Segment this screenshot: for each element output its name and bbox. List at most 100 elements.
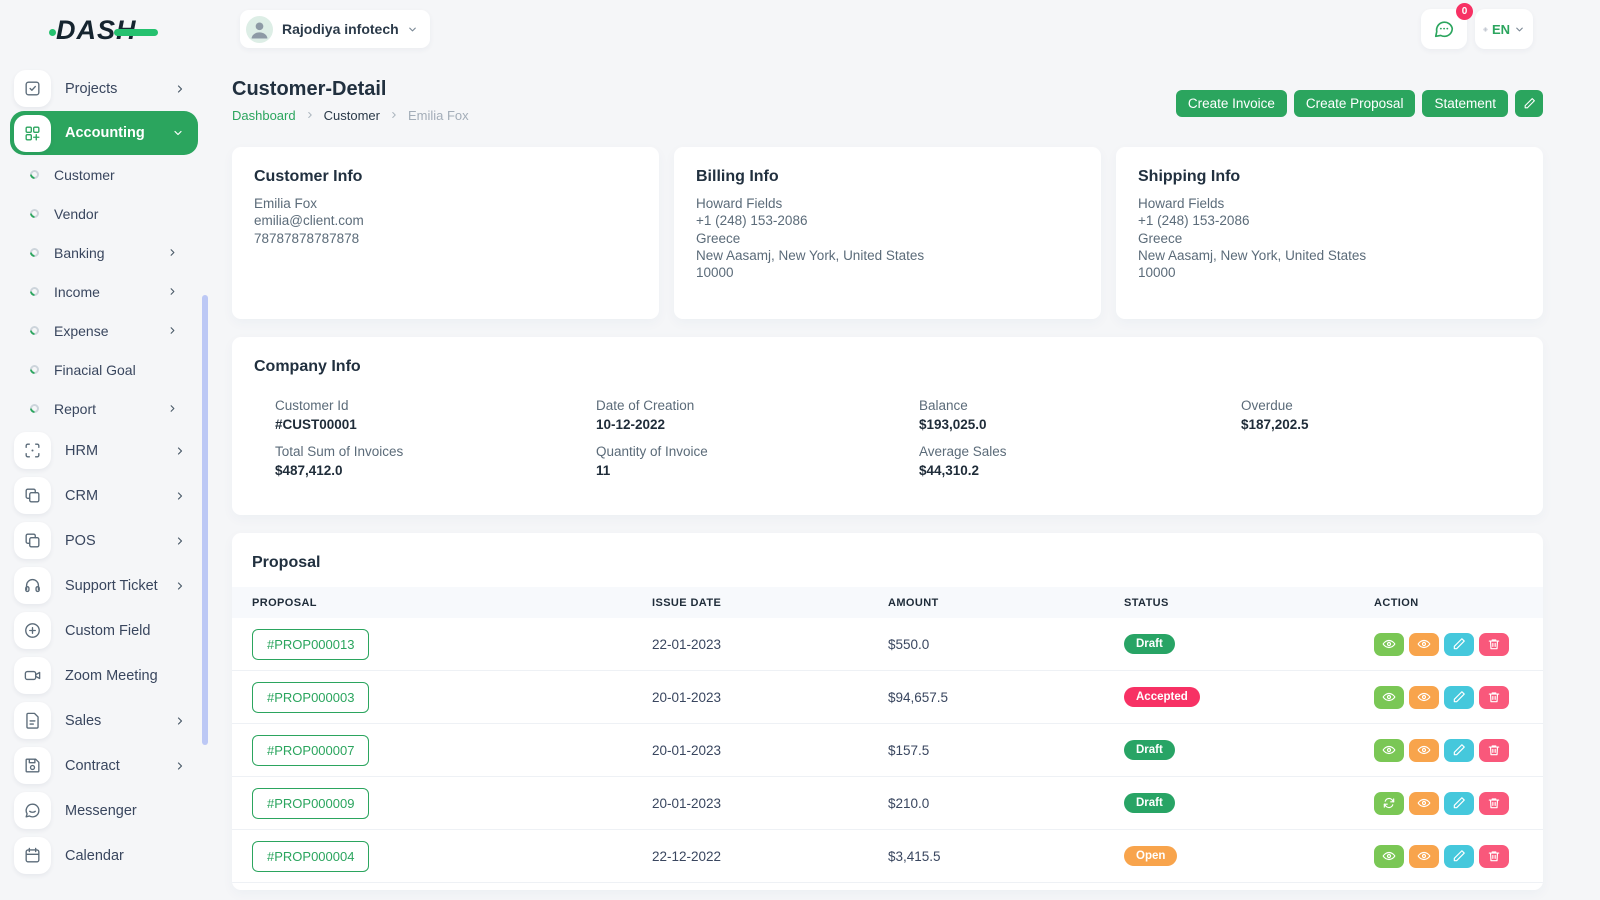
convert-button[interactable] [1374, 792, 1404, 815]
view-button[interactable] [1374, 633, 1404, 656]
proposal-link[interactable]: #PROP000004 [252, 841, 369, 872]
company-selector[interactable]: Rajodiya infotech [240, 10, 430, 48]
proposal-link[interactable]: #PROP000007 [252, 735, 369, 766]
preview-button[interactable] [1409, 845, 1439, 868]
status-badge: Draft [1124, 793, 1175, 813]
billing-info-card: Billing Info Howard Fields +1 (248) 153-… [674, 147, 1101, 319]
proposal-card: Proposal PROPOSAL ISSUE DATE AMOUNT STAT… [232, 533, 1543, 890]
sidebar-item-sales[interactable]: Sales [0, 698, 212, 743]
edit-button[interactable] [1444, 792, 1474, 815]
delete-button[interactable] [1479, 686, 1509, 709]
sidebar-item-projects[interactable]: Projects [0, 66, 212, 111]
sidebar-subitem-report[interactable]: Report [0, 389, 212, 428]
table-row: #PROP000003 20-01-2023 $94,657.5 Accepte… [232, 671, 1543, 724]
bullet-icon [28, 285, 41, 298]
trash-icon [1487, 743, 1501, 757]
app-logo[interactable]: DASH [56, 15, 166, 46]
pencil-icon [1452, 743, 1466, 757]
sidebar-item-messenger[interactable]: Messenger [0, 788, 212, 833]
eye-icon [1382, 637, 1396, 651]
sidebar-item-zoom-meeting[interactable]: Zoom Meeting [0, 653, 212, 698]
customer-info-card: Customer Info Emilia Fox emilia@client.c… [232, 147, 659, 319]
status-badge: Draft [1124, 740, 1175, 760]
view-button[interactable] [1374, 686, 1404, 709]
bullet-icon [28, 402, 41, 415]
chevron-right-icon [167, 286, 178, 297]
table-row: #PROP000013 22-01-2023 $550.0 Draft [232, 618, 1543, 671]
field-average-sales: Average Sales $44,310.2 [919, 444, 1241, 478]
preview-button[interactable] [1409, 686, 1439, 709]
messages-count-badge: 0 [1456, 3, 1473, 20]
preview-button[interactable] [1409, 739, 1439, 762]
sidebar-subitem-finacial-goal[interactable]: Finacial Goal [0, 350, 212, 389]
delete-button[interactable] [1479, 792, 1509, 815]
pencil-icon [1452, 690, 1466, 704]
col-action: ACTION [1374, 597, 1543, 609]
issue-date: 20-01-2023 [652, 796, 888, 811]
sidebar-item-custom-field[interactable]: Custom Field [0, 608, 212, 653]
headphones-icon [14, 567, 51, 604]
bullet-icon [28, 324, 41, 337]
pencil-icon [1523, 97, 1536, 110]
sidebar-item-contract[interactable]: Contract [0, 743, 212, 788]
sidebar-subitem-income[interactable]: Income [0, 272, 212, 311]
bullet-icon [28, 363, 41, 376]
breadcrumb-dashboard[interactable]: Dashboard [232, 108, 296, 123]
sidebar-item-crm[interactable]: CRM [0, 473, 212, 518]
eye-icon [1417, 690, 1431, 704]
trash-icon [1487, 849, 1501, 863]
company-name: Rajodiya infotech [282, 21, 399, 37]
proposal-link[interactable]: #PROP000003 [252, 682, 369, 713]
copy-icon [14, 477, 51, 514]
breadcrumb-customer[interactable]: Customer [324, 108, 380, 123]
edit-button[interactable] [1444, 845, 1474, 868]
delete-button[interactable] [1479, 739, 1509, 762]
delete-button[interactable] [1479, 633, 1509, 656]
eye-icon [1417, 796, 1431, 810]
card-title: Proposal [232, 533, 1543, 587]
sidebar-item-accounting[interactable]: Accounting [10, 111, 198, 155]
col-issue-date: ISSUE DATE [652, 597, 888, 609]
messages-button[interactable]: 0 [1421, 9, 1467, 49]
customer-phone: 78787878787878 [254, 230, 637, 247]
sidebar-subitem-banking[interactable]: Banking [0, 233, 212, 272]
sidebar-subitem-customer[interactable]: Customer [0, 155, 212, 194]
chevron-right-icon [174, 445, 186, 457]
view-button[interactable] [1374, 739, 1404, 762]
view-button[interactable] [1374, 845, 1404, 868]
chevron-right-icon [167, 325, 178, 336]
sidebar-item-pos[interactable]: POS [0, 518, 212, 563]
page-title: Customer-Detail [232, 78, 469, 101]
amount: $157.5 [888, 743, 1124, 758]
amount: $210.0 [888, 796, 1124, 811]
edit-button[interactable] [1444, 739, 1474, 762]
field-date-of-creation: Date of Creation 10-12-2022 [596, 398, 919, 432]
amount: $94,657.5 [888, 690, 1124, 705]
edit-customer-button[interactable] [1515, 90, 1543, 117]
amount: $550.0 [888, 637, 1124, 652]
sidebar-item-hrm[interactable]: HRM [0, 428, 212, 473]
statement-button[interactable]: Statement [1422, 90, 1508, 117]
pencil-icon [1452, 637, 1466, 651]
chevron-down-icon [172, 127, 184, 139]
sidebar-item-calendar[interactable]: Calendar [0, 833, 212, 878]
proposal-link[interactable]: #PROP000009 [252, 788, 369, 819]
create-proposal-button[interactable]: Create Proposal [1294, 90, 1416, 117]
preview-button[interactable] [1409, 792, 1439, 815]
sidebar-subitem-expense[interactable]: Expense [0, 311, 212, 350]
proposal-link[interactable]: #PROP000013 [252, 629, 369, 660]
shipping-address: New Aasamj, New York, United States [1138, 247, 1521, 264]
edit-button[interactable] [1444, 633, 1474, 656]
table-row: #PROP000004 22-12-2022 $3,415.5 Open [232, 830, 1543, 883]
delete-button[interactable] [1479, 845, 1509, 868]
sidebar-subitem-vendor[interactable]: Vendor [0, 194, 212, 233]
sidebar-scrollbar[interactable] [202, 295, 208, 745]
edit-button[interactable] [1444, 686, 1474, 709]
language-selector[interactable]: EN [1475, 9, 1533, 49]
preview-button[interactable] [1409, 633, 1439, 656]
sidebar-item-support-ticket[interactable]: Support Ticket [0, 563, 212, 608]
scan-icon [14, 432, 51, 469]
create-invoice-button[interactable]: Create Invoice [1176, 90, 1287, 117]
top-bar: DASH Rajodiya infotech 0 EN [0, 0, 1600, 58]
card-title: Billing Info [696, 168, 1079, 186]
